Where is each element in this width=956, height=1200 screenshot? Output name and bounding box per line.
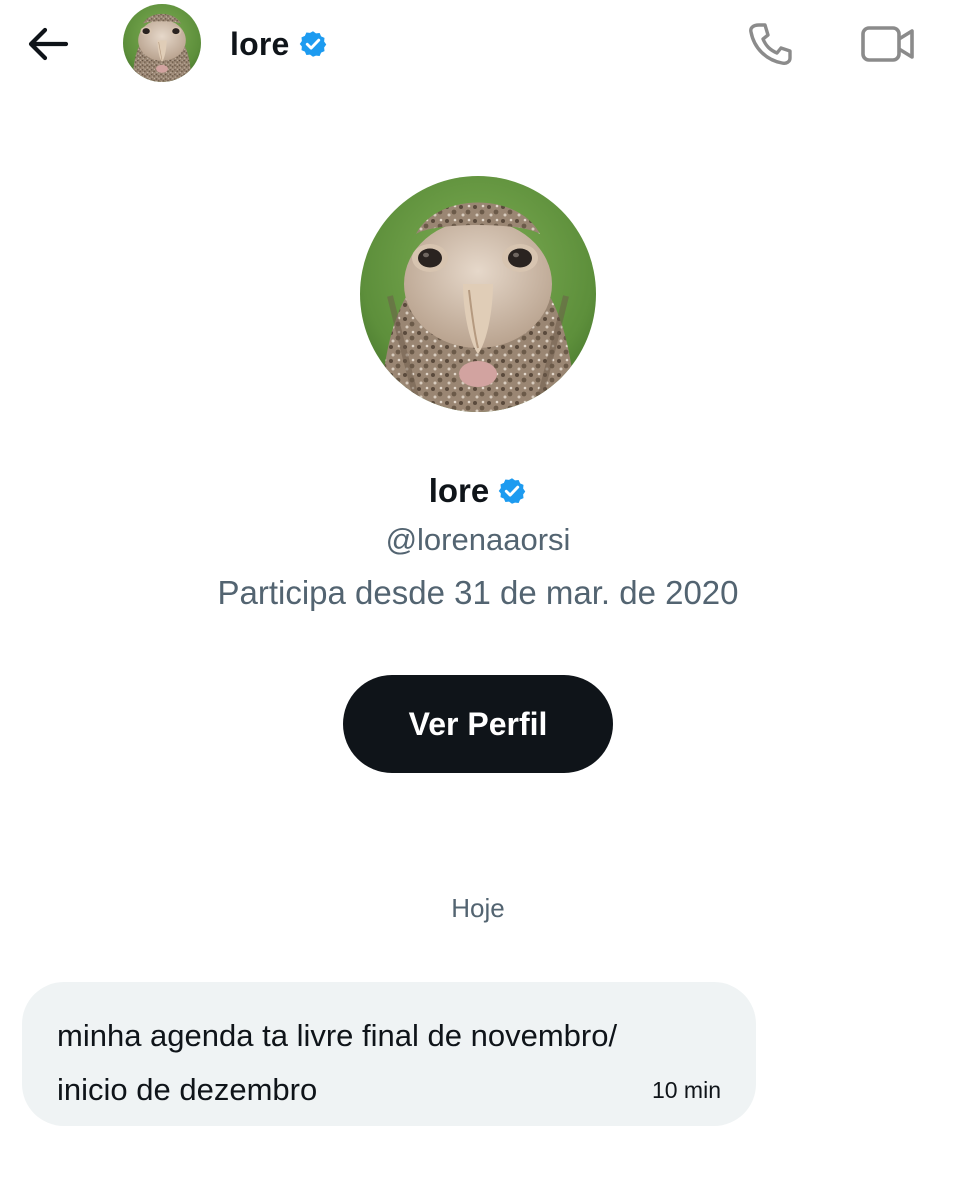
phone-icon <box>749 23 792 65</box>
owl-photo <box>360 176 596 412</box>
verified-badge-icon <box>499 478 526 504</box>
profile-avatar[interactable] <box>360 176 596 412</box>
video-call-button[interactable] <box>858 18 918 70</box>
profile-name-row: lore <box>0 468 956 514</box>
message-line: minha agenda ta livre final de novembro/ <box>57 1018 618 1053</box>
back-button[interactable] <box>24 20 72 68</box>
message-text: minha agenda ta livre final de novembro/… <box>57 1009 617 1117</box>
verified-badge-icon <box>299 31 326 57</box>
video-camera-icon <box>861 26 914 62</box>
arrow-left-icon <box>28 27 69 61</box>
message-timestamp: 10 min <box>651 1077 721 1103</box>
profile-name: lore <box>428 472 490 509</box>
profile-handle: @lorenaaorsi <box>385 522 571 557</box>
message-line: inicio de dezembro <box>57 1072 318 1107</box>
date-separator: Hoje <box>451 893 505 923</box>
profile-joined-date: Participa desde 31 de mar. de 2020 <box>217 574 739 611</box>
header-avatar[interactable] <box>123 4 201 82</box>
owl-photo <box>123 4 201 82</box>
header-user[interactable]: lore <box>230 22 328 66</box>
view-profile-button[interactable]: Ver Perfil <box>343 675 613 773</box>
header-name: lore <box>230 25 290 62</box>
conversation-header: lore <box>0 0 956 90</box>
message-bubble[interactable]: minha agenda ta livre final de novembro/… <box>22 982 756 1126</box>
voice-call-button[interactable] <box>744 18 796 70</box>
dm-conversation-screen: lore lore @lorenaaorsi Participa desde 3… <box>0 0 956 1200</box>
